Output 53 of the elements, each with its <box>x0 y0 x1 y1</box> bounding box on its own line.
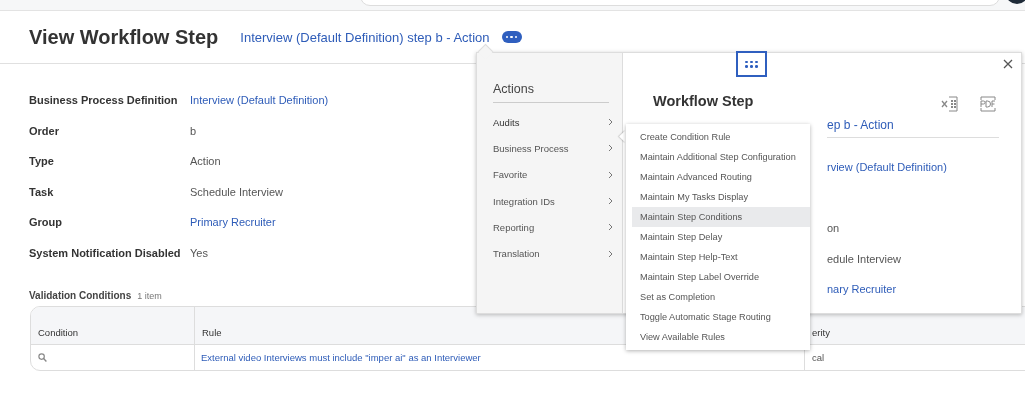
object-link[interactable]: Interview (Default Definition) step b - Action <box>240 29 490 45</box>
submenu-item[interactable]: Create Condition Rule <box>632 127 810 147</box>
menu-item[interactable]: Integration IDs <box>493 187 614 215</box>
chevron-right-icon <box>608 170 614 179</box>
submenu-item[interactable]: Set as Completion <box>632 287 810 307</box>
field-link[interactable]: Primary Recruiter <box>190 216 276 229</box>
chevron-right-icon <box>608 249 614 258</box>
field-label: Business Process Definition <box>29 93 179 109</box>
menu-item[interactable]: Favorite <box>493 161 614 188</box>
field-label: Order <box>29 123 60 139</box>
panel-title: Workflow Step <box>653 93 754 109</box>
field-value: on <box>827 222 840 235</box>
grip-button[interactable] <box>736 51 767 77</box>
field-value: Schedule Interview <box>190 185 283 198</box>
item-count: 1 item <box>137 291 162 301</box>
field-value: Action <box>190 155 221 168</box>
chevron-right-icon <box>608 197 614 206</box>
menu-item[interactable]: Business Process <box>493 135 614 162</box>
field-label: System Notification Disabled <box>29 245 182 261</box>
field-link[interactable]: nary Recruiter <box>827 283 897 296</box>
submenu-item[interactable]: Maintain My Tasks Display <box>632 187 810 207</box>
chevron-right-icon <box>608 223 614 232</box>
page-title: View Workflow Step <box>29 25 219 49</box>
menu-title: Actions <box>493 82 609 103</box>
table-cell: cal <box>812 352 825 363</box>
field-link[interactable]: Interview (Default Definition) <box>190 94 329 107</box>
chevron-right-icon <box>608 118 614 127</box>
chevron-right-icon <box>608 144 614 153</box>
submenu-item[interactable]: Maintain Step Delay <box>632 227 810 247</box>
field-value: b <box>190 124 197 137</box>
menu-item[interactable]: Reporting <box>493 214 614 241</box>
spreadsheet-icon[interactable] <box>941 95 959 113</box>
submenu-item[interactable]: Maintain Step Label Override <box>632 267 810 287</box>
field-label: Type <box>29 154 55 170</box>
menu-item[interactable]: Translation <box>493 240 614 267</box>
field-value: edule Interview <box>827 252 901 265</box>
field-label: Task <box>29 184 55 200</box>
column-header: Condition <box>31 307 195 345</box>
submenu-item[interactable]: Maintain Step Help-Text <box>632 247 810 267</box>
pdf-icon[interactable] <box>979 95 997 113</box>
rule-link[interactable]: External video Interviews must include "imper ai" as an Interviewer <box>201 352 481 363</box>
related-actions-button[interactable] <box>501 31 522 43</box>
submenu-item[interactable]: Maintain Advanced Routing <box>632 167 810 187</box>
field-label: Group <box>29 215 63 231</box>
object-link[interactable]: ep b - Action <box>827 118 894 132</box>
search-icon[interactable] <box>38 353 47 362</box>
field-link[interactable]: rview (Default Definition) <box>827 161 947 174</box>
submenu-item[interactable]: Maintain Additional Step Configuration <box>632 147 810 167</box>
close-icon[interactable] <box>1003 59 1013 69</box>
section-title: Validation Conditions <box>29 290 132 301</box>
field-value: Yes <box>190 246 208 259</box>
menu-item[interactable]: Audits <box>493 109 614 136</box>
submenu-item[interactable]: Maintain Step Conditions <box>632 207 810 227</box>
